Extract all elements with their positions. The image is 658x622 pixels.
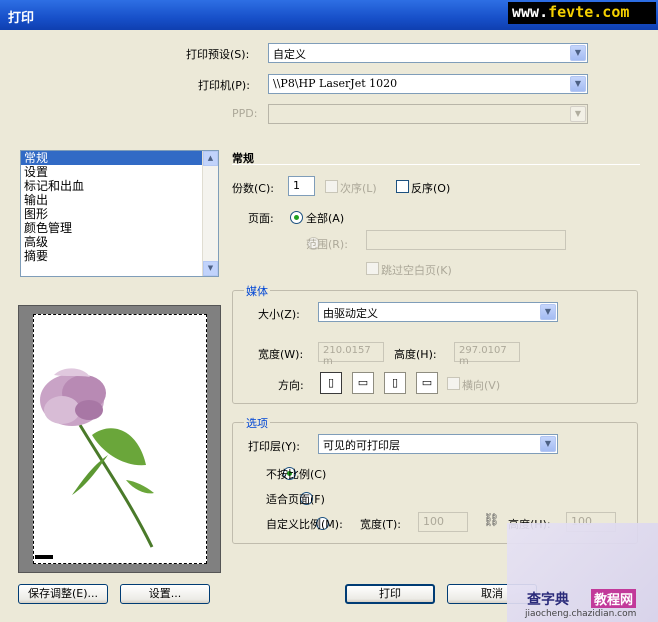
sidebar-item-general[interactable]: 常规 [21,151,203,165]
options-group-title: 选项 [244,415,270,431]
skip-blank-label: 跳过空白页(K) [381,264,452,277]
size-select[interactable]: 由驱动定义 ▼ [318,302,558,322]
ppd-label: PPD: [232,107,258,120]
sidebar-item-output[interactable]: 输出 [21,193,203,207]
landscape-icon[interactable]: ▭ [352,372,374,394]
collate-label: 次序(L) [340,182,377,195]
pages-label: 页面: [248,212,274,225]
flower-image [35,368,154,559]
sidebar-item-setup[interactable]: 设置 [21,165,203,179]
print-button[interactable]: 打印 [345,584,435,604]
pages-all-radio[interactable] [290,210,303,224]
copies-label: 份数(C): [232,182,274,195]
print-layers-label: 打印层(Y): [248,440,301,453]
skip-blank-checkbox [366,262,379,275]
chevron-down-icon[interactable]: ▼ [570,45,586,61]
copies-input[interactable]: 1 [288,176,315,196]
scroll-up-icon[interactable]: ▲ [203,151,218,166]
sidebar-item-color-management[interactable]: 颜色管理 [21,221,203,235]
list-scrollbar[interactable]: ▲ ▼ [202,151,218,276]
pages-all-label: 全部(A) [306,212,345,225]
sidebar-item-advanced[interactable]: 高级 [21,235,203,249]
watermark-logo: www.fevte.com [508,2,656,24]
range-input [366,230,566,250]
media-height-input: 297.0107 m [454,342,520,367]
reverse-landscape-icon[interactable]: ▭ [416,372,438,394]
sidebar-item-marks-bleed[interactable]: 标记和出血 [21,179,203,193]
window-title: 打印 [8,11,35,26]
no-scale-label: 不按比例(C) [266,468,327,481]
preset-select[interactable]: 自定义 ▼ [268,43,588,63]
preset-label: 打印预设(S): [186,48,250,61]
collate-checkbox [325,180,338,193]
watermark-overlay: 查字典 教程网 jiaocheng.chazidian.com [507,523,658,622]
transverse-label: 横向(V) [462,379,501,392]
section-divider [232,164,640,165]
print-preview [18,305,221,573]
media-group-title: 媒体 [244,283,270,299]
reverse-portrait-icon[interactable]: ▯ [384,372,406,394]
reverse-label: 反序(O) [411,182,451,195]
setup-button[interactable]: 设置... [120,584,210,604]
orientation-label: 方向: [278,379,304,392]
fit-page-label: 适合页面(F) [266,493,325,506]
save-preset-button[interactable]: 保存调整(E)... [18,584,108,604]
media-width-input: 210.0157 m [318,342,384,367]
scroll-down-icon[interactable]: ▼ [203,261,218,276]
printer-label: 打印机(P): [198,79,250,92]
chevron-down-icon[interactable]: ▼ [540,436,556,452]
sidebar-item-summary[interactable]: 摘要 [21,249,203,263]
custom-scale-label: 自定义比例(M): [266,518,343,531]
printer-select[interactable]: \\P8\HP LaserJet 1020 ▼ [268,74,588,94]
print-layers-select[interactable]: 可见的可打印层 ▼ [318,434,558,454]
chevron-down-icon[interactable]: ▼ [570,76,586,92]
chevron-down-icon: ▼ [570,106,586,122]
scale-width-label: 宽度(T): [360,518,402,531]
chevron-down-icon[interactable]: ▼ [540,304,556,320]
scale-width-input: 100 [418,512,468,532]
media-width-label: 宽度(W): [258,348,304,361]
media-height-label: 高度(H): [394,348,437,361]
pages-range-label: 范围(R): [306,238,348,251]
category-list[interactable]: 常规 设置 标记和出血 输出 图形 颜色管理 高级 摘要 ▲ ▼ [20,150,219,277]
reverse-checkbox[interactable] [396,180,409,193]
size-label: 大小(Z): [258,308,300,321]
preview-page [33,314,207,564]
ppd-select: ▼ [268,104,588,124]
chain-link-icon[interactable]: ⛓ [483,513,500,528]
portrait-icon[interactable]: ▯ [320,372,342,394]
title-bar[interactable]: 打印 www.fevte.com [0,0,658,30]
transverse-checkbox [447,377,460,390]
sidebar-item-graphics[interactable]: 图形 [21,207,203,221]
